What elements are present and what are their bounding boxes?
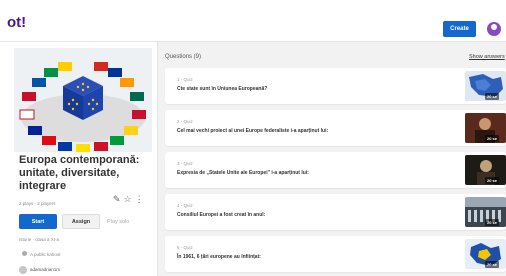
category-label: Istorie · clasa a XI-a: [19, 237, 60, 242]
create-button[interactable]: Create: [443, 21, 476, 37]
question-card[interactable]: 3 - Quiz Expresia de „Statele Unite ale …: [165, 152, 506, 188]
question-label: 1 - Quiz: [177, 77, 193, 82]
questions-header: Questions (9): [165, 54, 202, 60]
author[interactable]: adamadrian1m: [19, 266, 60, 274]
assign-button[interactable]: Assign: [62, 214, 100, 229]
duration-badge: 20 se: [485, 177, 500, 184]
visibility-label: A public kahoot: [22, 251, 61, 257]
question-text: Consiliul Europei a fost creat în anul:: [177, 212, 266, 218]
globe-icon: [22, 251, 27, 256]
question-text: Cel mai vechi proiect al unei Europe fed…: [177, 128, 329, 134]
question-label: 2 - Quiz: [177, 119, 193, 124]
author-name: adamadrian1m: [30, 267, 61, 273]
question-card[interactable]: 5 - Quiz În 1961, 6 țări europene au înf…: [165, 236, 506, 272]
question-card[interactable]: 1 - Quiz Cte state sunt în Uniunea Europ…: [165, 68, 506, 104]
question-text: În 1961, 6 țări europene au înființat:: [177, 254, 261, 260]
question-text: Expresia de „Statele Unite ale Europei" …: [177, 170, 309, 176]
question-card[interactable]: 2 - Quiz Cel mai vechi proiect al unei E…: [165, 110, 506, 146]
top-bar: ot! Create: [0, 0, 506, 42]
show-answers-button[interactable]: Show answers: [469, 54, 505, 60]
user-avatar-icon[interactable]: [487, 22, 501, 36]
flags-circle-icon: [14, 48, 152, 152]
question-label: 3 - Quiz: [177, 161, 193, 166]
question-card[interactable]: 4 - Quiz Consiliul Europei a fost creat …: [165, 194, 506, 230]
edit-icon[interactable]: ✎: [113, 194, 121, 204]
plays-count: 2 plays · 2 players: [19, 201, 56, 206]
question-label: 5 - Quiz: [177, 245, 193, 250]
more-options-icon[interactable]: ⋮: [135, 194, 144, 204]
duration-badge: 20 se: [485, 261, 500, 268]
duration-badge: 20 se: [485, 93, 500, 100]
start-button[interactable]: Start: [19, 214, 57, 229]
cover-image: [14, 48, 152, 152]
questions-panel: Questions (9) Show answers 1 - Quiz Cte …: [160, 42, 506, 276]
favorite-star-icon[interactable]: ☆: [124, 194, 132, 204]
question-text: Cte state sunt în Uniunea Europeană?: [177, 86, 268, 92]
kahoot-title: Europa contemporană: unitate, diversitat…: [19, 154, 140, 192]
duration-badge: 20 se: [485, 219, 500, 226]
duration-badge: 20 se: [485, 135, 500, 142]
author-avatar: [19, 266, 27, 274]
visibility-text: A public kahoot: [30, 252, 61, 257]
logo[interactable]: ot!: [7, 14, 26, 31]
kahoot-actions: ✎ ☆ ⋮: [113, 194, 147, 205]
kahoot-details-panel: Europa contemporană: unitate, diversitat…: [0, 42, 158, 276]
play-solo-button[interactable]: Play solo: [107, 219, 129, 225]
question-label: 4 - Quiz: [177, 203, 193, 208]
